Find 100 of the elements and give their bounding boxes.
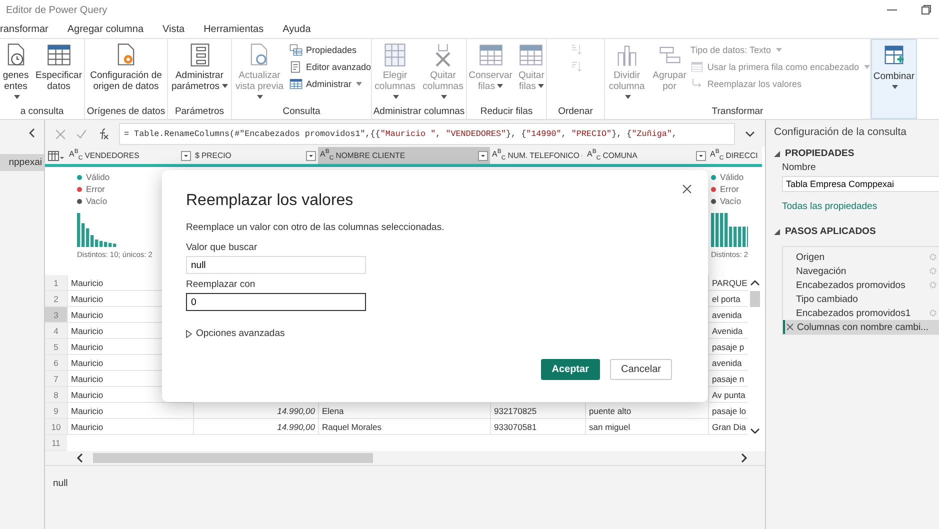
close-icon[interactable]	[682, 184, 692, 194]
group-label: a consulta	[19, 105, 65, 119]
horizontal-scrollbar-thumb[interactable]	[93, 453, 373, 463]
ribbon-button[interactable]: Editor avanzado	[288, 59, 371, 74]
ribbon-button[interactable]: genes entes	[0, 42, 32, 105]
table-cell: Elena	[322, 406, 344, 416]
menu-tab[interactable]: Herramientas	[204, 24, 264, 34]
all-properties-link[interactable]: Todas las propiedades	[782, 201, 878, 212]
remove-rows-icon	[518, 42, 544, 68]
applied-step[interactable]: Navegación	[783, 264, 939, 278]
table-cell: Avenida	[712, 326, 743, 336]
field-label: Valor que buscar	[186, 242, 258, 253]
window-title: Editor de Power Query	[6, 4, 108, 16]
pane-title: Configuración de la consulta	[774, 126, 907, 138]
menu-tab[interactable]: Ayuda	[282, 24, 311, 34]
legend-label: Error	[86, 183, 105, 195]
table-icon	[288, 76, 303, 90]
row-number[interactable]: 7	[45, 371, 67, 387]
row-number[interactable]: 9	[45, 403, 67, 419]
table-cell: Av punta	[712, 390, 746, 400]
legend-label: Válido	[720, 171, 744, 183]
query-item[interactable]: nppexai	[0, 154, 44, 171]
type-icon[interactable]: $	[195, 151, 200, 160]
table-cell: 933070581	[494, 422, 537, 432]
group-label: Orígenes de datos	[86, 105, 166, 119]
table-cell: pasaje n	[712, 374, 744, 384]
group-label: Transformar	[710, 105, 764, 119]
applied-step[interactable]: Encabezados promovidos1	[783, 306, 939, 320]
menu-tab[interactable]: Vista	[162, 24, 185, 34]
table-cell: pasaje lo	[712, 406, 746, 416]
group-label: Parámetros	[174, 105, 226, 119]
table-cell: Mauricio	[71, 406, 104, 416]
advanced-options-link[interactable]: Opciones avanzadas	[196, 328, 285, 339]
expand-triangle-icon[interactable]	[774, 228, 780, 234]
function-icon[interactable]	[97, 128, 109, 140]
row-number[interactable]: 8	[45, 387, 67, 403]
table-cell: 14.990,00	[277, 422, 315, 432]
table-cell: Mauricio	[71, 422, 104, 432]
columns-icon	[382, 42, 408, 68]
row-number[interactable]: 2	[45, 291, 67, 307]
legend-label: Error	[720, 183, 739, 195]
check-icon[interactable]	[76, 128, 87, 140]
group-label: Ordenar	[557, 105, 594, 119]
table-cell: 14.990,00	[277, 406, 315, 416]
row-number[interactable]: 1	[45, 275, 67, 291]
table-cell: avenida	[712, 310, 742, 320]
table-cell: Mauricio	[71, 278, 104, 288]
ribbon-button[interactable]: Especificar datos	[34, 42, 84, 105]
name-field[interactable]: Tabla Empresa Comppexai	[782, 176, 939, 192]
table-cell: PARQUE	[712, 278, 748, 288]
ribbon-button[interactable]: Configuración de origen de datos	[88, 42, 164, 105]
expand-triangle-icon[interactable]	[186, 330, 192, 338]
table-cell: 932170825	[494, 406, 537, 416]
table-cell: puente alto	[589, 406, 632, 416]
row-number[interactable]: 10	[45, 419, 67, 435]
restore-icon[interactable]	[921, 5, 931, 15]
accept-button[interactable]: Aceptar	[540, 359, 600, 380]
dialog-description: Reemplace un valor con otro de las columnas seleccionadas.	[186, 222, 444, 233]
delete-step-icon[interactable]	[786, 323, 794, 331]
cell-preview: null	[53, 478, 68, 489]
menu-tab[interactable]: Agregar columna	[67, 24, 144, 34]
group-label: Reducir filas	[479, 105, 534, 119]
table-cell: Mauricio	[71, 326, 104, 336]
table-menu-icon[interactable]	[48, 150, 64, 160]
legend-label: Válido	[86, 171, 110, 183]
table-cell: Mauricio	[71, 374, 104, 384]
applied-step[interactable]: Origen	[783, 250, 939, 264]
group-label: Administrar columnas	[372, 105, 466, 119]
scroll-left-icon[interactable]	[75, 453, 85, 463]
applied-step[interactable]: Tipo cambiado	[783, 292, 939, 306]
section-heading: PASOS APLICADOS	[785, 226, 876, 237]
row-number[interactable]: 11	[45, 435, 67, 451]
keep-rows-icon	[478, 42, 504, 68]
table-cell: Raquel Morales	[322, 422, 382, 432]
input-field[interactable]: null	[186, 256, 366, 274]
properties-icon	[288, 42, 303, 56]
row-number[interactable]: 4	[45, 323, 67, 339]
table-cell: Mauricio	[71, 390, 104, 400]
table-cell: Mauricio	[71, 310, 104, 320]
ribbon-button[interactable]: Administrar	[288, 76, 371, 91]
applied-step[interactable]: Encabezados promovidos	[783, 278, 939, 292]
expand-triangle-icon[interactable]	[774, 150, 780, 156]
ribbon-button[interactable]: Administrar parámetros	[169, 42, 230, 105]
row-number[interactable]: 5	[45, 339, 67, 355]
scroll-right-icon[interactable]	[739, 453, 749, 463]
section-heading: PROPIEDADES	[785, 148, 854, 159]
chevron-down-icon[interactable]	[745, 130, 755, 138]
table-cell: pasaje p	[712, 342, 744, 352]
collapse-icon[interactable]	[28, 128, 36, 138]
row-number[interactable]: 6	[45, 355, 67, 371]
menu-tab[interactable]: ransformar	[0, 24, 48, 34]
ribbon-button[interactable]: Propiedades	[288, 42, 371, 57]
dialog-title: Reemplazar los valores	[186, 192, 354, 210]
cancel-button[interactable]: Cancelar	[610, 359, 672, 380]
table-header-icon	[690, 60, 704, 74]
table-icon	[46, 42, 72, 68]
applied-step[interactable]: Columnas con nombre cambi...	[783, 320, 939, 334]
table-cell: Mauricio	[71, 358, 104, 368]
formula-field[interactable]: = Table.RenameColumns(#"Encabezados promovidos1",{{"Mauricio ", "VENDEDORES"}, {"14990", "PRECIO"}, {"Zuñiga",	[119, 123, 735, 145]
input-field[interactable]: 0	[186, 293, 366, 311]
